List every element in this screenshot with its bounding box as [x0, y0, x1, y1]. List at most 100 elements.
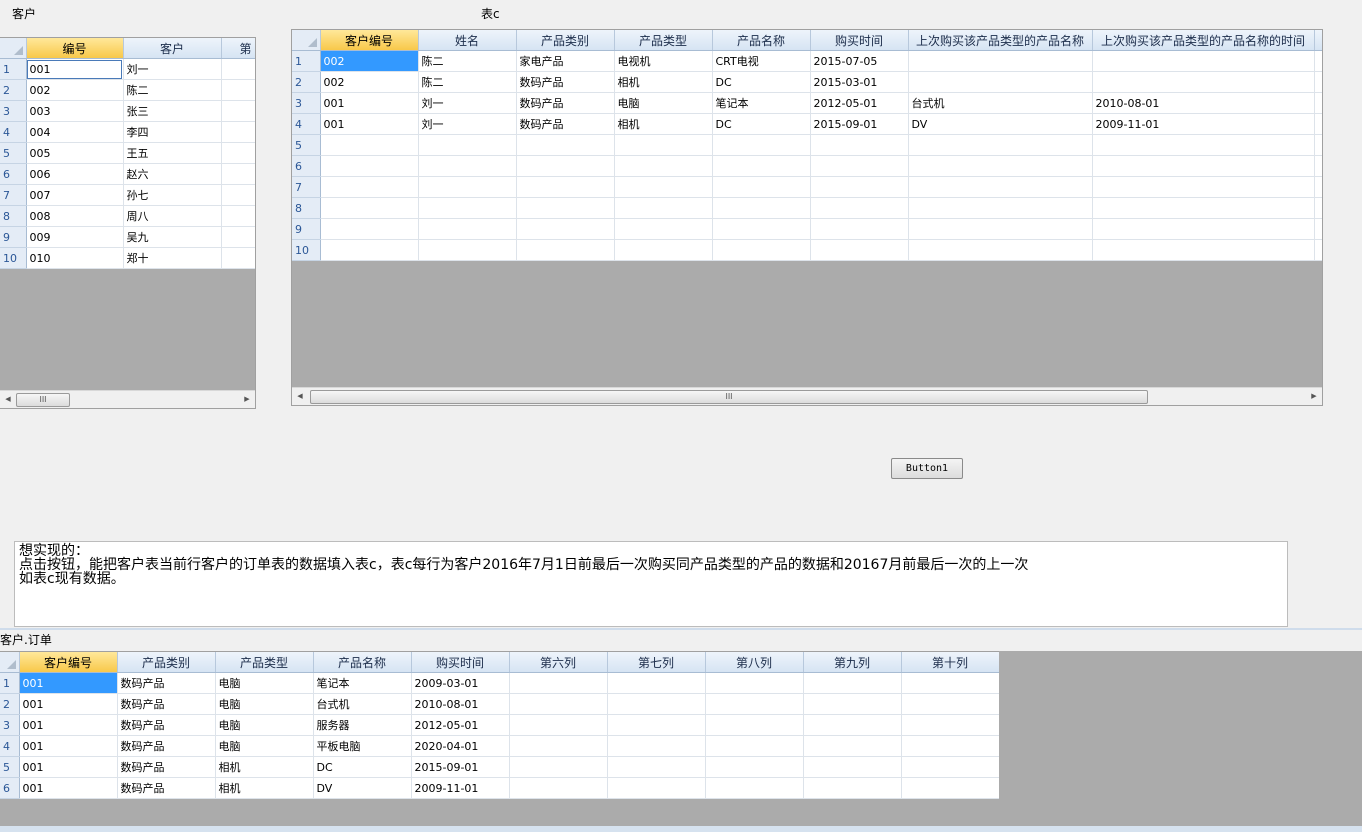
- grid-cell[interactable]: [607, 777, 706, 799]
- grid-cell[interactable]: 孙七: [123, 184, 222, 206]
- grid-cell[interactable]: 2010-08-01: [411, 693, 510, 715]
- grid-cell[interactable]: 2009-11-01: [411, 777, 510, 799]
- row-header[interactable]: 1: [0, 58, 27, 80]
- grid-cell[interactable]: [1314, 113, 1322, 135]
- grid-cell[interactable]: [810, 155, 909, 177]
- row-header[interactable]: 4: [292, 113, 321, 135]
- row-header[interactable]: 5: [0, 756, 20, 778]
- grid-cell[interactable]: 2009-11-01: [1092, 113, 1315, 135]
- table-row[interactable]: 9 009 吴九: [0, 226, 255, 248]
- row-header[interactable]: 1: [0, 672, 20, 694]
- grid-cell[interactable]: DC: [712, 71, 811, 93]
- grid-cell[interactable]: [810, 176, 909, 198]
- grid-cell[interactable]: [1092, 155, 1315, 177]
- grid-cell[interactable]: [320, 239, 419, 261]
- table-row[interactable]: 5 005 王五: [0, 142, 255, 164]
- grid-cell[interactable]: [901, 777, 999, 799]
- grid-cell[interactable]: [516, 218, 615, 240]
- table-row[interactable]: 3 001 数码产品 电脑 服务器 2012-05-01: [0, 714, 999, 736]
- table-row[interactable]: 4 004 李四: [0, 121, 255, 143]
- grid-cell[interactable]: 台式机: [313, 693, 412, 715]
- grid-cell[interactable]: CRT电视: [712, 50, 811, 72]
- col-header-product-name[interactable]: 产品名称: [313, 652, 412, 673]
- grid-cell[interactable]: [320, 197, 419, 219]
- grid-cell[interactable]: [908, 71, 1093, 93]
- grid-cell[interactable]: 003: [26, 100, 124, 122]
- grid-cell[interactable]: 服务器: [313, 714, 412, 736]
- row-header[interactable]: 3: [0, 714, 20, 736]
- table-row[interactable]: 9: [292, 218, 1322, 240]
- table-row[interactable]: 5 001 数码产品 相机 DC 2015-09-01: [0, 756, 999, 778]
- row-header[interactable]: 5: [292, 134, 321, 156]
- grid-cell[interactable]: 010: [26, 247, 124, 269]
- grid-cell[interactable]: 001: [320, 92, 419, 114]
- grid-cell[interactable]: [221, 247, 255, 269]
- grid-cell[interactable]: [614, 176, 713, 198]
- grid-cell[interactable]: [1092, 71, 1315, 93]
- col-header-purchase-time[interactable]: 购买时间: [411, 652, 510, 673]
- col-header-customer-id[interactable]: 客户编号: [320, 30, 419, 51]
- grid-cell[interactable]: 刘一: [418, 92, 517, 114]
- scroll-left-icon[interactable]: ◀: [292, 388, 308, 405]
- grid-cell[interactable]: 001: [26, 58, 124, 80]
- col-header-col10[interactable]: 第十列: [901, 652, 999, 673]
- scroll-left-icon[interactable]: ◀: [0, 391, 16, 408]
- grid-cell[interactable]: 2012-05-01: [411, 714, 510, 736]
- row-header[interactable]: 6: [0, 163, 27, 185]
- grid-cell[interactable]: 郑十: [123, 247, 222, 269]
- grid-cell[interactable]: [418, 176, 517, 198]
- table-row[interactable]: 2 002 陈二: [0, 79, 255, 101]
- grid-cell[interactable]: [908, 239, 1093, 261]
- grid-cell[interactable]: [509, 693, 608, 715]
- table-row[interactable]: 1 001 数码产品 电脑 笔记本 2009-03-01: [0, 672, 999, 694]
- grid-cell[interactable]: 刘一: [123, 58, 222, 80]
- grid-cell[interactable]: 004: [26, 121, 124, 143]
- grid-cell[interactable]: 笔记本: [712, 92, 811, 114]
- table-row[interactable]: 3 003 张三: [0, 100, 255, 122]
- scroll-thumb[interactable]: III: [16, 393, 70, 407]
- grid-cell[interactable]: [320, 218, 419, 240]
- grid-cell[interactable]: 数码产品: [117, 693, 216, 715]
- col-header-product-type[interactable]: 产品类型: [215, 652, 314, 673]
- grid-cell[interactable]: [908, 50, 1093, 72]
- col-header-customer[interactable]: 客户: [123, 38, 222, 59]
- grid-cell[interactable]: [712, 239, 811, 261]
- grid-cell[interactable]: [1314, 176, 1322, 198]
- row-header[interactable]: 8: [292, 197, 321, 219]
- table-row[interactable]: 2 002 陈二 数码产品 相机 DC 2015-03-01: [292, 71, 1322, 93]
- grid-cell[interactable]: 2012-05-01: [810, 92, 909, 114]
- row-header[interactable]: 1: [292, 50, 321, 72]
- grid-cell[interactable]: [908, 155, 1093, 177]
- grid-cell[interactable]: DV: [908, 113, 1093, 135]
- table-c-grid[interactable]: 客户编号 姓名 产品类别 产品类型 产品名称 购买时间 上次购买该产品类型的产品…: [291, 29, 1323, 406]
- grid-cell[interactable]: 002: [320, 71, 419, 93]
- grid-cell[interactable]: 刘一: [418, 113, 517, 135]
- grid-cell[interactable]: 008: [26, 205, 124, 227]
- grid-cell[interactable]: 周八: [123, 205, 222, 227]
- grid-cell[interactable]: 电脑: [215, 714, 314, 736]
- grid-cell[interactable]: DC: [712, 113, 811, 135]
- grid-cell[interactable]: 2015-09-01: [411, 756, 510, 778]
- grid-cell[interactable]: [810, 134, 909, 156]
- row-header[interactable]: 9: [292, 218, 321, 240]
- grid-cell[interactable]: [221, 184, 255, 206]
- grid-cell[interactable]: [1314, 239, 1322, 261]
- scroll-thumb[interactable]: III: [310, 390, 1148, 404]
- grid-cell[interactable]: [221, 121, 255, 143]
- grid-cell[interactable]: 数码产品: [117, 672, 216, 694]
- col-header-col8[interactable]: 第八列: [705, 652, 804, 673]
- row-header[interactable]: 2: [0, 79, 27, 101]
- grid-cell[interactable]: [320, 155, 419, 177]
- grid-cell[interactable]: [901, 756, 999, 778]
- grid-cell[interactable]: [614, 155, 713, 177]
- grid-cell[interactable]: 陈二: [123, 79, 222, 101]
- grid-cell[interactable]: [607, 735, 706, 757]
- grid-cell[interactable]: [901, 693, 999, 715]
- grid-cell[interactable]: [712, 155, 811, 177]
- row-header[interactable]: 3: [292, 92, 321, 114]
- table-row[interactable]: 7 007 孙七: [0, 184, 255, 206]
- col-header-id[interactable]: 编号: [26, 38, 124, 59]
- table-row[interactable]: 6: [292, 155, 1322, 177]
- grid-cell[interactable]: 电脑: [215, 693, 314, 715]
- grid-cell[interactable]: 数码产品: [117, 777, 216, 799]
